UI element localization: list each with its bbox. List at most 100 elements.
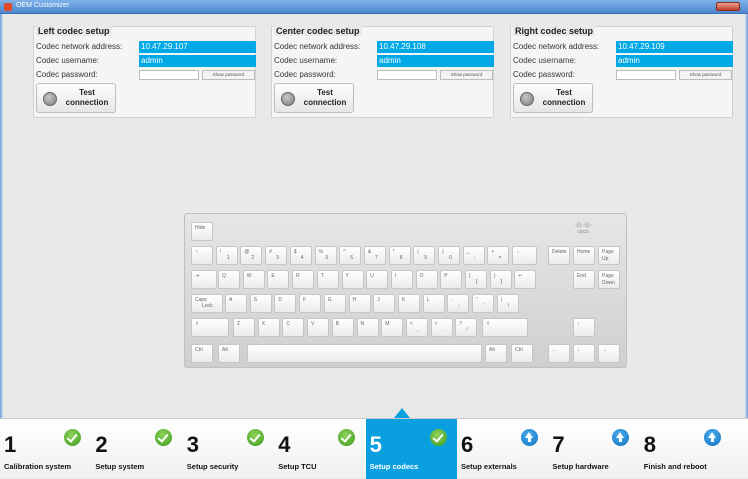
key-sublabel: '	[483, 303, 484, 309]
key-M[interactable]: M	[381, 318, 404, 337]
show-password-button[interactable]: Show password	[679, 70, 732, 80]
key-B[interactable]: B	[331, 318, 354, 337]
hide-keyboard-key[interactable]: Hide	[191, 222, 213, 241]
key-2[interactable]: @2	[240, 246, 263, 265]
key-alt-left[interactable]: Alt	[218, 344, 240, 363]
key-Z[interactable]: Z	[233, 318, 255, 337]
key-:[interactable]: :;	[447, 294, 470, 313]
key-N[interactable]: N	[356, 318, 379, 337]
test-connection-button[interactable]: Test connection	[36, 83, 116, 113]
key-arrow-up[interactable]: ↑	[573, 318, 595, 337]
key-label: &	[367, 249, 372, 255]
key-O[interactable]: O	[415, 270, 438, 289]
key-A[interactable]: A	[225, 294, 247, 313]
key-label: G	[327, 297, 332, 303]
key-label: Alt	[489, 347, 495, 353]
key-V[interactable]: V	[307, 318, 330, 337]
key-arrow-right[interactable]: →	[598, 344, 620, 363]
key-3[interactable]: #3	[265, 246, 288, 265]
wizard-step-1[interactable]: 1 Calibration system	[0, 419, 91, 479]
key-?[interactable]: ? /	[455, 318, 478, 337]
key-arrow-down[interactable]: ↓	[573, 344, 595, 363]
key-0[interactable]: ) 0	[438, 246, 460, 265]
key-{[interactable]: {[	[465, 270, 487, 289]
address-field[interactable]: 10.47.29.107	[139, 41, 256, 53]
key-delete[interactable]: Delete	[548, 246, 570, 265]
key-S[interactable]: S	[249, 294, 272, 313]
key-Caps[interactable]: Caps Lock	[191, 294, 223, 313]
key-7[interactable]: & 7	[363, 246, 386, 265]
key-J[interactable]: J	[373, 294, 396, 313]
step-number: 1	[4, 432, 17, 457]
test-connection-button[interactable]: Test connection	[274, 83, 354, 113]
key-L[interactable]: L	[422, 294, 445, 313]
show-password-button[interactable]: Show password	[202, 70, 255, 80]
key-"[interactable]: " '	[472, 294, 494, 313]
show-password-button[interactable]: Show password	[440, 70, 493, 80]
password-field[interactable]	[139, 70, 199, 80]
wizard-step-4[interactable]: 4 Setup TCU	[274, 419, 365, 479]
key-Y[interactable]: Y	[341, 270, 364, 289]
key-`[interactable]: ~ `	[191, 246, 213, 265]
key-F[interactable]: F	[299, 294, 322, 313]
password-field[interactable]	[616, 70, 676, 80]
key-T[interactable]: T	[316, 270, 339, 289]
key-=[interactable]: + =	[487, 246, 510, 265]
wizard-step-7[interactable]: 7 Setup hardware	[548, 419, 639, 479]
wizard-step-6[interactable]: 6 Setup externals	[457, 419, 548, 479]
panel-title: Left codec setup	[36, 26, 112, 36]
key-ctrl-left[interactable]: Ctrl	[191, 344, 213, 363]
key-↵[interactable]: ↵	[514, 270, 537, 289]
key-}[interactable]: }]	[489, 270, 512, 289]
key-⇥[interactable]: ⇥	[191, 270, 217, 289]
key-R[interactable]: R	[292, 270, 315, 289]
key-shift-left[interactable]: ⇧	[191, 318, 229, 337]
key-page-up[interactable]: Page Up	[598, 246, 620, 265]
address-label: Codec network address:	[513, 42, 600, 51]
key-ctrl-right[interactable]: Ctrl	[511, 344, 533, 363]
key-I[interactable]: I	[390, 270, 413, 289]
key-shift-right[interactable]: ⇧	[482, 318, 528, 337]
address-field[interactable]: 10.47.29.108	[377, 41, 494, 53]
key-home[interactable]: Home	[573, 246, 595, 265]
key-G[interactable]: G	[323, 294, 346, 313]
key-9[interactable]: (9	[413, 246, 436, 265]
key-6[interactable]: ^ 6	[339, 246, 362, 265]
key-U[interactable]: U	[366, 270, 389, 289]
key-sublabel: ;	[458, 303, 460, 309]
username-field[interactable]: admin	[377, 55, 494, 67]
wizard-step-3[interactable]: 3 Setup security	[183, 419, 274, 479]
key-|[interactable]: | \	[496, 294, 519, 313]
key-X[interactable]: X	[257, 318, 280, 337]
key-arrow-left[interactable]: ←	[548, 344, 570, 363]
key-end[interactable]: End	[573, 270, 595, 289]
username-field[interactable]: admin	[139, 55, 256, 67]
key-K[interactable]: K	[397, 294, 420, 313]
key-space[interactable]	[247, 344, 482, 363]
key-1[interactable]: ! 1	[215, 246, 238, 265]
key-C[interactable]: C	[282, 318, 305, 337]
key-<[interactable]: <,	[405, 318, 428, 337]
close-window-button[interactable]	[716, 2, 740, 11]
key-8[interactable]: * 8	[388, 246, 411, 265]
wizard-step-2[interactable]: 2 Setup system	[91, 419, 182, 479]
key-P[interactable]: P	[440, 270, 463, 289]
key-←[interactable]: ←	[512, 246, 538, 265]
test-connection-button[interactable]: Test connection	[513, 83, 593, 113]
key-H[interactable]: H	[348, 294, 371, 313]
key-W[interactable]: W	[242, 270, 265, 289]
username-field[interactable]: admin	[616, 55, 733, 67]
key-alt-right[interactable]: Alt	[485, 344, 507, 363]
wizard-step-5[interactable]: 5 Setup codecs	[365, 419, 457, 479]
key-4[interactable]: $4	[289, 246, 312, 265]
address-field[interactable]: 10.47.29.109	[616, 41, 733, 53]
key-5[interactable]: % 5	[314, 246, 337, 265]
key-page-down[interactable]: Page Down	[598, 270, 620, 289]
password-field[interactable]	[377, 70, 437, 80]
key-D[interactable]: D	[274, 294, 297, 313]
key->[interactable]: >.	[430, 318, 453, 337]
key--[interactable]: _ -	[462, 246, 485, 265]
key-E[interactable]: E	[267, 270, 290, 289]
key-Q[interactable]: Q	[218, 270, 240, 289]
wizard-step-8[interactable]: 8 Finish and reboot	[640, 419, 731, 479]
